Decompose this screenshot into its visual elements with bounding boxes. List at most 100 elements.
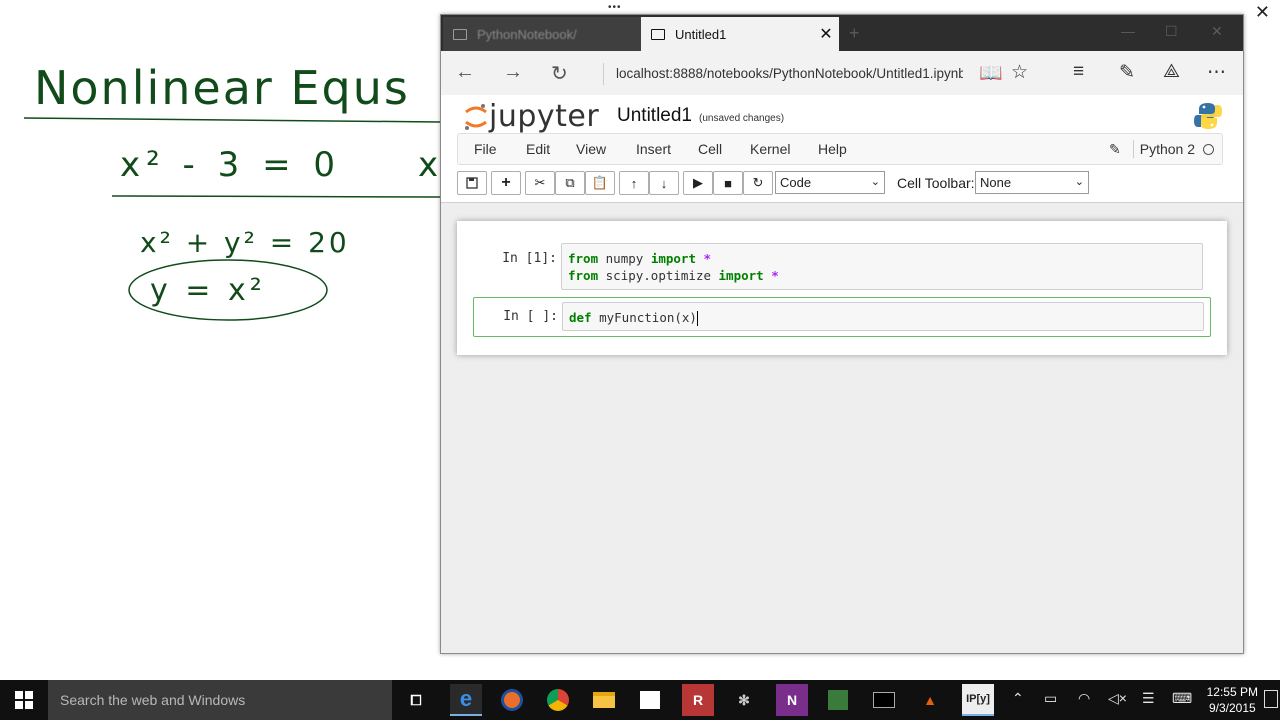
kernel-indicator: ✎ Python 2	[1109, 140, 1214, 158]
keyboard-icon[interactable]: ⌨	[1172, 690, 1192, 707]
jupyter-header: jupyter Untitled1 (unsaved changes) File…	[441, 95, 1243, 203]
maximize-icon[interactable]: ☐	[1165, 23, 1178, 40]
menu-cell[interactable]: Cell	[698, 141, 722, 157]
code-cell[interactable]: In [1]: from numpy import * from scipy.o…	[473, 243, 1211, 291]
task-view-icon[interactable]: ⧠	[400, 684, 432, 716]
share-icon[interactable]: ⟁	[1163, 61, 1180, 83]
cut-button[interactable]: ✂	[525, 171, 555, 195]
kernel-name: Python 2	[1139, 141, 1195, 157]
start-button[interactable]	[0, 680, 48, 720]
jupyter-logo[interactable]: jupyter	[463, 99, 599, 134]
clock[interactable]: 12:55 PM 9/3/2015	[1207, 684, 1258, 716]
menu-view[interactable]: View	[576, 141, 606, 157]
cell-type-value: Code	[780, 175, 812, 190]
battery-icon[interactable]: ▭	[1044, 690, 1057, 707]
taskbar: Search the web and Windows ⧠ e R ✻ N ▲ I…	[0, 680, 1280, 720]
arrow-up-icon: ↑	[630, 175, 638, 191]
copy-button[interactable]: ⧉	[555, 171, 585, 195]
wifi-icon[interactable]: ◠	[1078, 690, 1090, 707]
close-icon[interactable]: ✕	[1255, 2, 1270, 23]
page-icon	[453, 28, 467, 40]
cell-toolbar-select[interactable]: None ⌄	[975, 171, 1089, 194]
menu-kernel[interactable]: Kernel	[750, 141, 790, 157]
taskbar-search[interactable]: Search the web and Windows	[48, 680, 392, 720]
menu-edit[interactable]: Edit	[526, 141, 550, 157]
notebook-toolbar: + ✂ ⧉ 📋 ↑ ↓ ▶ ■ ↻ Code ⌄ Cell Toolbar: N	[457, 169, 1223, 199]
paste-icon: 📋	[591, 175, 609, 190]
window-close-icon[interactable]: ✕	[1211, 23, 1223, 40]
volume-icon[interactable]: ◁×	[1108, 690, 1127, 707]
cell-input[interactable]: def myFunction(x)	[562, 302, 1204, 331]
ant-app-icon[interactable]: ✻	[728, 684, 760, 716]
menu-help[interactable]: Help	[818, 141, 847, 157]
notification-icon[interactable]	[1264, 690, 1278, 708]
more-icon[interactable]: ⋯	[1207, 61, 1226, 84]
drag-handle-icon[interactable]: •••	[608, 3, 626, 13]
screen: Nonlinear Equs x² - 3 = 0 x x² + y² = 20…	[0, 0, 1280, 720]
forward-icon[interactable]: →	[503, 61, 523, 84]
firefox-icon[interactable]	[496, 684, 528, 716]
web-note-icon[interactable]: ✎	[1119, 61, 1135, 84]
jupyter-page: jupyter Untitled1 (unsaved changes) File…	[441, 95, 1243, 653]
refresh-icon[interactable]: ↻	[551, 61, 568, 86]
code-line: from numpy import *	[568, 251, 712, 266]
navigation-bar: ← → ↻ localhost:8888/notebooks/PythonNot…	[441, 51, 1243, 95]
matlab-icon[interactable]: ▲	[914, 684, 946, 716]
code-keyword: def	[569, 310, 592, 325]
cell-type-select[interactable]: Code ⌄	[775, 171, 885, 194]
code-cell-selected[interactable]: In [ ]: def myFunction(x)	[473, 297, 1211, 337]
edge-icon[interactable]: e	[450, 684, 482, 716]
jupyter-orbit-icon	[465, 103, 487, 130]
address-bar[interactable]: localhost:8888/notebooks/PythonNotebook/…	[603, 63, 963, 85]
file-explorer-icon[interactable]	[588, 684, 620, 716]
run-button[interactable]: ▶	[683, 171, 713, 195]
move-down-button[interactable]: ↓	[649, 171, 679, 195]
spreadsheet-icon[interactable]	[822, 684, 854, 716]
scissors-icon: ✂	[534, 175, 546, 190]
reading-view-icon[interactable]: 📖	[979, 61, 1003, 85]
save-status: (unsaved changes)	[699, 113, 785, 124]
equation-1: x² - 3 = 0	[120, 145, 341, 185]
chrome-icon[interactable]	[542, 684, 574, 716]
divider	[1132, 140, 1134, 158]
terminal-icon[interactable]	[868, 684, 900, 716]
code-line: from scipy.optimize import *	[568, 268, 779, 283]
whiteboard-canvas: Nonlinear Equs x² - 3 = 0 x x² + y² = 20…	[23, 61, 440, 321]
clock-time: 12:55 PM	[1206, 685, 1258, 699]
new-tab-icon[interactable]: +	[849, 23, 860, 44]
browser-window: PythonNotebook/ Untitled1 ✕ + — ☐ ✕ ← → …	[440, 14, 1244, 654]
ipython-icon[interactable]: IP[y]	[962, 684, 994, 716]
onenote-icon[interactable]: N	[776, 684, 808, 716]
text-cursor	[696, 311, 698, 326]
store-icon[interactable]	[634, 684, 666, 716]
windows-logo-icon	[15, 691, 33, 709]
code-args: (x)	[674, 310, 697, 325]
move-up-button[interactable]: ↑	[619, 171, 649, 195]
notebook-title[interactable]: Untitled1	[617, 105, 692, 127]
tab-pythonnotebook[interactable]: PythonNotebook/	[443, 17, 641, 51]
stop-icon: ■	[724, 175, 732, 191]
hub-icon[interactable]: ≡	[1073, 61, 1084, 83]
r-icon[interactable]: R	[682, 684, 714, 716]
menu-bar: File Edit View Insert Cell Kernel Help ✎…	[457, 133, 1223, 165]
jupyter-wordmark: jupyter	[489, 99, 600, 134]
tab-untitled1[interactable]: Untitled1 ✕	[641, 17, 839, 51]
restart-button[interactable]: ↻	[743, 171, 773, 195]
menu-insert[interactable]: Insert	[636, 141, 671, 157]
interrupt-button[interactable]: ■	[713, 171, 743, 195]
minimize-icon[interactable]: —	[1121, 23, 1135, 39]
action-center-icon[interactable]: ☰	[1142, 690, 1155, 707]
menu-file[interactable]: File	[474, 141, 497, 157]
whiteboard-title: Nonlinear Equs	[34, 61, 410, 115]
show-hidden-icons-icon[interactable]: ⌃	[1012, 690, 1024, 707]
close-tab-icon[interactable]: ✕	[813, 24, 839, 44]
paste-button[interactable]: 📋	[585, 171, 615, 195]
tab-bar: PythonNotebook/ Untitled1 ✕ + — ☐ ✕	[441, 15, 1243, 51]
back-icon[interactable]: ←	[455, 61, 475, 84]
insert-cell-button[interactable]: +	[491, 171, 521, 195]
cell-input[interactable]: from numpy import * from scipy.optimize …	[561, 243, 1203, 290]
save-button[interactable]	[457, 171, 487, 195]
favorite-star-icon[interactable]: ☆	[1011, 61, 1028, 84]
python-logo-icon	[1194, 103, 1222, 129]
tab-label: PythonNotebook/	[477, 26, 577, 42]
